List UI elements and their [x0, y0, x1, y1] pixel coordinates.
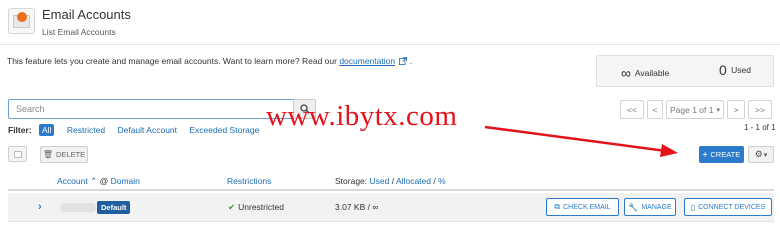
- used-value: 0: [719, 62, 727, 78]
- col-storage-percent[interactable]: %: [438, 176, 446, 186]
- first-page-button[interactable]: <<: [620, 100, 644, 119]
- storage-cell: 3.07 KB / ∞: [335, 202, 379, 212]
- last-page-button[interactable]: >>: [748, 100, 772, 119]
- filter-all[interactable]: All: [39, 124, 55, 136]
- delete-label: DELETE: [55, 150, 86, 159]
- wrench-icon: 🔧: [628, 202, 639, 212]
- col-storage-allocated[interactable]: Allocated: [396, 176, 431, 186]
- filter-bar: Filter: All Restricted Default Account E…: [8, 124, 269, 136]
- account-stats-panel: ∞ Available 0 Used: [596, 55, 774, 87]
- caret-down-icon: ▾: [763, 151, 768, 159]
- next-page-button[interactable]: >: [727, 100, 745, 119]
- watermark-text: www.ibytx.com: [266, 100, 458, 132]
- documentation-link[interactable]: documentation: [339, 56, 395, 66]
- account-name-redacted: [60, 203, 96, 212]
- infinity-icon: ∞: [621, 65, 631, 81]
- col-storage-used[interactable]: Used: [370, 176, 390, 186]
- search-input[interactable]: [8, 99, 294, 119]
- page-select[interactable]: Page 1 of 1 ▾: [666, 100, 724, 119]
- select-all-checkbox[interactable]: [8, 146, 27, 162]
- pagination: << < Page 1 of 1 ▾ > >>: [620, 100, 775, 119]
- restrictions-value: Unrestricted: [238, 202, 284, 212]
- manage-button[interactable]: 🔧 MANAGE: [624, 198, 676, 216]
- connect-devices-label: CONNECT DEVICES: [698, 203, 766, 211]
- col-account[interactable]: Account: [57, 176, 88, 186]
- intro-suffix: .: [409, 56, 413, 66]
- intro-description: This feature lets you create and manage …: [7, 56, 340, 66]
- col-storage: Storage: Used / Allocated / %: [335, 176, 446, 186]
- plus-icon: +: [702, 150, 708, 159]
- default-badge: Default: [97, 201, 131, 214]
- used-stat: 0 Used: [719, 62, 751, 78]
- col-account-domain[interactable]: Account ⌃ @ Domain: [57, 176, 140, 187]
- manage-label: MANAGE: [641, 203, 672, 211]
- available-label: Available: [634, 68, 670, 78]
- restrictions-cell: ✔ Unrestricted: [228, 202, 284, 213]
- red-arrow-annotation: [484, 125, 678, 157]
- gear-icon: ⚙: [754, 149, 763, 159]
- available-stat: ∞ Available: [621, 65, 669, 81]
- check-email-label: CHECK EMAIL: [563, 203, 611, 211]
- page-indicator: Page 1 of 1: [670, 104, 714, 115]
- used-label: Used: [731, 65, 752, 75]
- page-subtitle: List Email Accounts: [42, 27, 116, 37]
- trash-icon: 🗑: [42, 150, 53, 159]
- expand-row-chevron-icon[interactable]: ›: [38, 201, 42, 213]
- delete-button[interactable]: 🗑 DELETE: [40, 146, 88, 163]
- filter-exceeded-storage[interactable]: Exceeded Storage: [189, 125, 259, 135]
- filter-default-account[interactable]: Default Account: [117, 125, 177, 135]
- checkbox-box-icon: [14, 151, 22, 158]
- page-title: Email Accounts: [42, 7, 131, 22]
- header-divider: [0, 44, 780, 45]
- check-icon: ✔: [228, 202, 236, 212]
- prev-page-button[interactable]: <: [647, 100, 663, 119]
- create-label: CREATE: [710, 150, 741, 159]
- filter-label: Filter:: [8, 125, 32, 135]
- sort-up-icon: ⌃: [90, 176, 98, 186]
- col-domain[interactable]: Domain: [111, 176, 140, 186]
- col-storage-prefix: Storage:: [335, 176, 368, 186]
- email-accounts-icon: [8, 8, 35, 34]
- table-header: Account ⌃ @ Domain Restrictions Storage:…: [8, 171, 774, 191]
- filter-restricted[interactable]: Restricted: [67, 125, 105, 135]
- col-restrictions[interactable]: Restrictions: [227, 176, 271, 186]
- create-button[interactable]: + CREATE: [699, 146, 744, 163]
- intro-text: This feature lets you create and manage …: [7, 56, 412, 66]
- results-count: 1 - 1 of 1: [744, 123, 776, 132]
- table-row: › Default ✔ Unrestricted 3.07 KB / ∞ ⧉ CH…: [8, 193, 774, 222]
- settings-dropdown-button[interactable]: ⚙ ▾: [748, 146, 774, 163]
- mobile-device-icon: ▯: [690, 202, 696, 212]
- col-at-sign: @: [99, 176, 109, 186]
- connect-devices-button[interactable]: ▯ CONNECT DEVICES: [684, 198, 772, 216]
- external-link-icon: ⧉: [554, 202, 561, 211]
- check-email-button[interactable]: ⧉ CHECK EMAIL: [546, 198, 619, 216]
- chevron-down-icon: ▾: [716, 106, 720, 114]
- external-link-icon[interactable]: [399, 57, 408, 65]
